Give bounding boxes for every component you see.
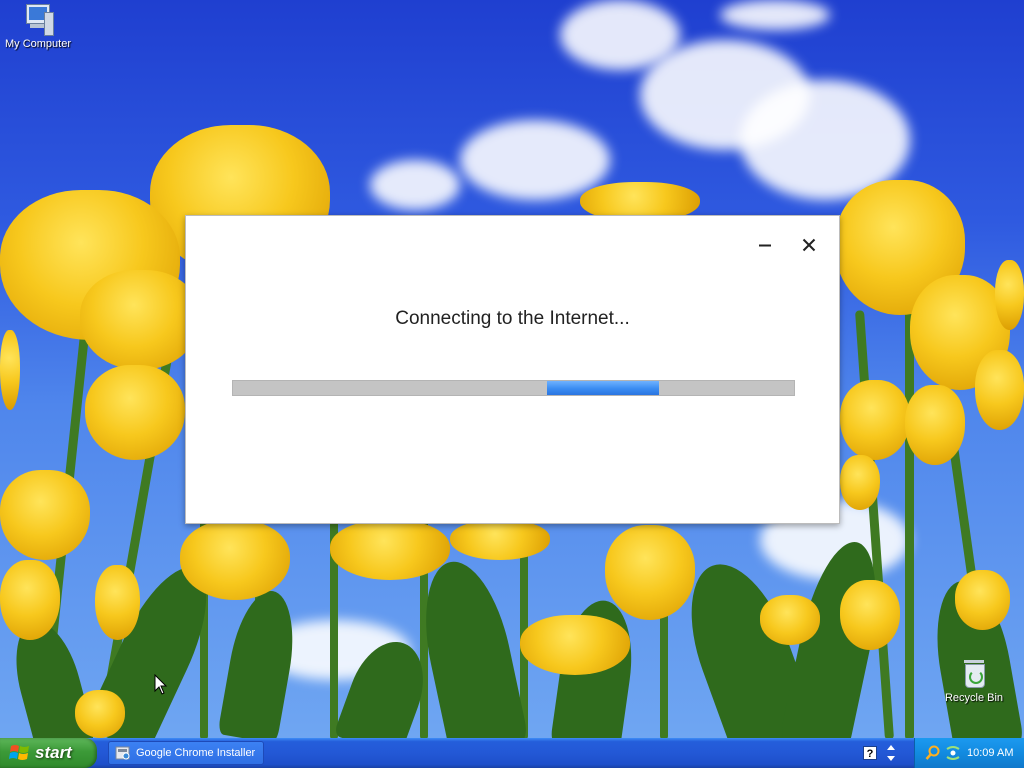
my-computer-label: My Computer (4, 38, 72, 50)
recycle-bin-icon (958, 658, 990, 690)
taskbar-item-chrome-installer[interactable]: Google Chrome Installer (108, 741, 264, 765)
search-icon[interactable] (925, 745, 941, 761)
start-button[interactable]: start (0, 738, 97, 768)
desktop-icon-recycle-bin[interactable]: Recycle Bin (936, 658, 1012, 704)
chrome-installer-window: Connecting to the Internet... (185, 215, 840, 524)
close-button[interactable] (798, 234, 820, 256)
help-icon[interactable]: ? (863, 746, 877, 760)
progress-bar (232, 380, 795, 396)
taskbar-item-label: Google Chrome Installer (136, 747, 256, 759)
svg-text:?: ? (867, 748, 874, 760)
start-label: start (35, 743, 72, 762)
my-computer-icon (22, 4, 54, 36)
close-icon (802, 238, 816, 252)
desktop-icon-my-computer[interactable]: My Computer (0, 4, 76, 50)
network-icon[interactable] (945, 745, 961, 761)
notification-arrows-icon[interactable] (885, 744, 897, 762)
progress-bar-chunk (547, 381, 659, 395)
system-tray: 10:09 AM (914, 738, 1024, 768)
clock[interactable]: 10:09 AM (967, 747, 1013, 759)
status-text: Connecting to the Internet... (395, 308, 630, 329)
minimize-button[interactable] (754, 234, 776, 256)
taskbar: start Google Chrome Installer ? 10:09 AM (0, 738, 1024, 768)
chrome-installer-icon (115, 746, 130, 760)
windows-logo-icon (9, 745, 29, 760)
mouse-cursor-icon (154, 674, 168, 695)
minimize-icon (759, 244, 771, 247)
recycle-bin-label: Recycle Bin (944, 692, 1004, 704)
